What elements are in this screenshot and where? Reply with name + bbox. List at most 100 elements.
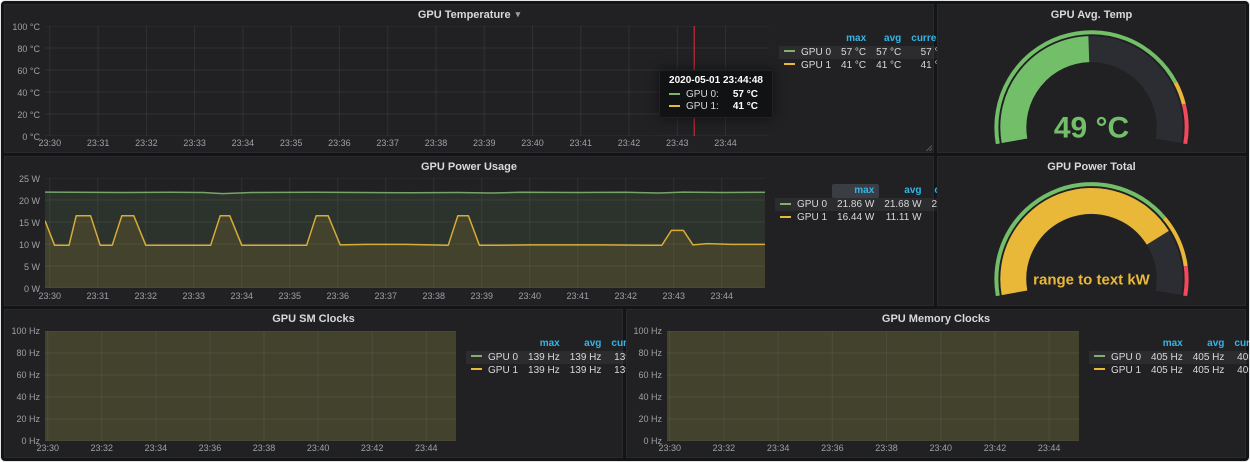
gpu_sm_clocks-plot-svg[interactable]: [45, 331, 456, 441]
panel-title-text: GPU Power Total: [1047, 161, 1135, 173]
x-tick-label: 23:34: [145, 443, 168, 453]
legend-stat: 41 °C: [836, 59, 871, 72]
panel-body: range to text kW: [938, 176, 1245, 304]
legend-header-avg[interactable]: avg: [1188, 337, 1230, 351]
panel-title-gpu-power-usage[interactable]: GPU Power Usage: [5, 157, 933, 176]
legend-header-max[interactable]: max: [832, 184, 879, 198]
x-axis: 23:3023:3123:3223:3323:3423:3523:3623:37…: [45, 289, 765, 302]
tooltip-row: GPU 0: 57 °C: [669, 89, 763, 100]
panel-title-gpu-power-total[interactable]: GPU Power Total: [938, 157, 1245, 176]
tooltip-label: GPU 1:: [686, 101, 719, 112]
legend-header-avg[interactable]: avg: [879, 184, 926, 198]
gpu-temperature-chart: 0 °C20 °C40 °C60 °C80 °C100 °C 2020-05-0…: [9, 26, 769, 149]
legend-series-gpu-0[interactable]: GPU 0: [775, 198, 832, 211]
svg-text:49 °C: 49 °C: [1054, 111, 1129, 144]
tooltip-value: 57 °C: [733, 89, 758, 100]
panel-title-text: GPU Power Usage: [421, 161, 517, 173]
graph-tooltip: 2020-05-01 23:44:48 GPU 0: 57 °C GPU 1:: [659, 70, 773, 118]
x-tick-label: 23:34: [231, 291, 254, 301]
dashboard: GPU Temperature ▾ 0 °C20 °C40 °C60 °C80 …: [0, 0, 1250, 462]
x-tick-label: 23:36: [199, 443, 222, 453]
x-tick-label: 23:43: [666, 138, 689, 148]
plot-area[interactable]: [45, 331, 456, 441]
legend-header-max[interactable]: max: [836, 32, 871, 46]
x-tick-label: 23:41: [569, 138, 592, 148]
legend-stat: 21.86 W: [832, 198, 879, 211]
x-tick-label: 23:44: [1038, 443, 1061, 453]
y-axis: 0 Hz20 Hz40 Hz60 Hz80 Hz100 Hz: [631, 331, 667, 441]
panel-gpu-power-usage: GPU Power Usage 0 W5 W10 W15 W20 W25 W 2…: [4, 156, 934, 305]
plot-area[interactable]: 2020-05-01 23:44:48 GPU 0: 57 °C GPU 1:: [45, 26, 769, 136]
plot-area[interactable]: [667, 331, 1079, 441]
dashboard-row-3: GPU SM Clocks 0 Hz20 Hz40 Hz60 Hz80 Hz10…: [4, 309, 1246, 458]
legend-series-gpu-0[interactable]: GPU 0: [466, 351, 523, 364]
legend-stat: 405 Hz: [1188, 364, 1230, 377]
x-tick-label: 23:38: [425, 138, 448, 148]
x-tick-label: 23:43: [663, 291, 686, 301]
legend-series-gpu-1[interactable]: GPU 1: [1089, 364, 1146, 377]
x-tick-label: 23:40: [929, 443, 952, 453]
panel-body: 0 °C20 °C40 °C60 °C80 °C100 °C 2020-05-0…: [5, 24, 933, 152]
legend-series-gpu-0[interactable]: GPU 0: [779, 46, 836, 59]
legend-header-avg[interactable]: avg: [565, 337, 607, 351]
legend-stat: 57 °C: [871, 46, 906, 59]
legend-series-gpu-1[interactable]: GPU 1: [779, 59, 836, 72]
legend-stat: 11.11 W: [879, 211, 926, 224]
legend-gpu-temperature: maxavgcurrentGPU 057 °C57 °C57 °CGPU 141…: [769, 26, 927, 149]
legend-series-gpu-0[interactable]: GPU 0: [1089, 351, 1146, 364]
panel-title-gpu-avg-temp[interactable]: GPU Avg. Temp: [938, 5, 1245, 24]
x-tick-label: 23:37: [375, 291, 398, 301]
panel-title-text: GPU Temperature: [418, 9, 511, 21]
legend-name-header: [466, 337, 523, 351]
legend-series-gpu-1[interactable]: GPU 1: [775, 211, 832, 224]
y-tick-label: 20 Hz: [638, 414, 662, 424]
y-axis: 0 W5 W10 W15 W20 W25 W: [9, 178, 45, 288]
gpu_memory_clocks-plot-svg[interactable]: [667, 331, 1079, 441]
series-dash-icon: [471, 355, 482, 357]
panel-title-gpu-memory-clocks[interactable]: GPU Memory Clocks: [627, 310, 1245, 329]
y-tick-label: 20 °C: [17, 110, 40, 120]
panel-resize-handle[interactable]: [925, 144, 932, 151]
x-tick-label: 23:42: [618, 138, 641, 148]
y-tick-label: 25 W: [19, 174, 40, 184]
legend-header-max[interactable]: max: [523, 337, 565, 351]
legend-gpu-power-usage: maxavgcurrentGPU 021.86 W21.68 W21.77 WG…: [765, 178, 927, 301]
panel-body: 0 Hz20 Hz40 Hz60 Hz80 Hz100 Hz 23:3023:3…: [627, 329, 1245, 457]
panel-title-gpu-temperature[interactable]: GPU Temperature ▾: [5, 5, 933, 24]
gpu_avg_temp-gauge-svg: 49 °C: [942, 26, 1241, 148]
panel-title-text: GPU SM Clocks: [272, 313, 355, 325]
legend-header-current[interactable]: current: [1229, 337, 1250, 351]
panel-body: 49 °C: [938, 24, 1245, 152]
y-tick-label: 0 °C: [22, 132, 40, 142]
panel-title-gpu-sm-clocks[interactable]: GPU SM Clocks: [5, 310, 622, 329]
legend-stat: 405 Hz: [1188, 351, 1230, 364]
legend-stat: 16.44 W: [832, 211, 879, 224]
x-axis: 23:3023:3223:3423:3623:3823:4023:4223:44: [667, 441, 1079, 454]
series-dash-icon: [784, 50, 795, 52]
series-dash-icon: [1094, 368, 1105, 370]
panel-gpu-temperature: GPU Temperature ▾ 0 °C20 °C40 °C60 °C80 …: [4, 4, 934, 153]
legend-stat: 21.68 W: [879, 198, 926, 211]
legend-series-gpu-1[interactable]: GPU 1: [466, 364, 523, 377]
y-tick-label: 15 W: [19, 218, 40, 228]
x-tick-label: 23:32: [135, 138, 158, 148]
gpu_power_usage-plot-svg[interactable]: [45, 178, 765, 288]
legend-name-header: [775, 184, 832, 198]
legend-header-max[interactable]: max: [1146, 337, 1188, 351]
x-tick-label: 23:31: [87, 291, 110, 301]
legend-row: GPU 057 °C57 °C57 °C: [779, 46, 951, 59]
tooltip-label: GPU 0:: [686, 89, 719, 100]
legend-stat: 405 Hz: [1146, 351, 1188, 364]
x-tick-label: 23:42: [615, 291, 638, 301]
legend-stat: 139 Hz: [523, 351, 565, 364]
x-tick-label: 23:41: [567, 291, 590, 301]
x-tick-label: 23:38: [423, 291, 446, 301]
legend-row: GPU 141 °C41 °C41 °C: [779, 59, 951, 72]
y-tick-label: 60 Hz: [638, 370, 662, 380]
gpu-avg-temp-gauge: 49 °C: [942, 26, 1241, 148]
plot-area[interactable]: [45, 178, 765, 288]
x-tick-label: 23:30: [36, 443, 59, 453]
legend-stat: 405 Hz: [1229, 364, 1250, 377]
gpu-power-usage-chart: 0 W5 W10 W15 W20 W25 W 23:3023:3123:3223…: [9, 178, 765, 301]
legend-header-avg[interactable]: avg: [871, 32, 906, 46]
